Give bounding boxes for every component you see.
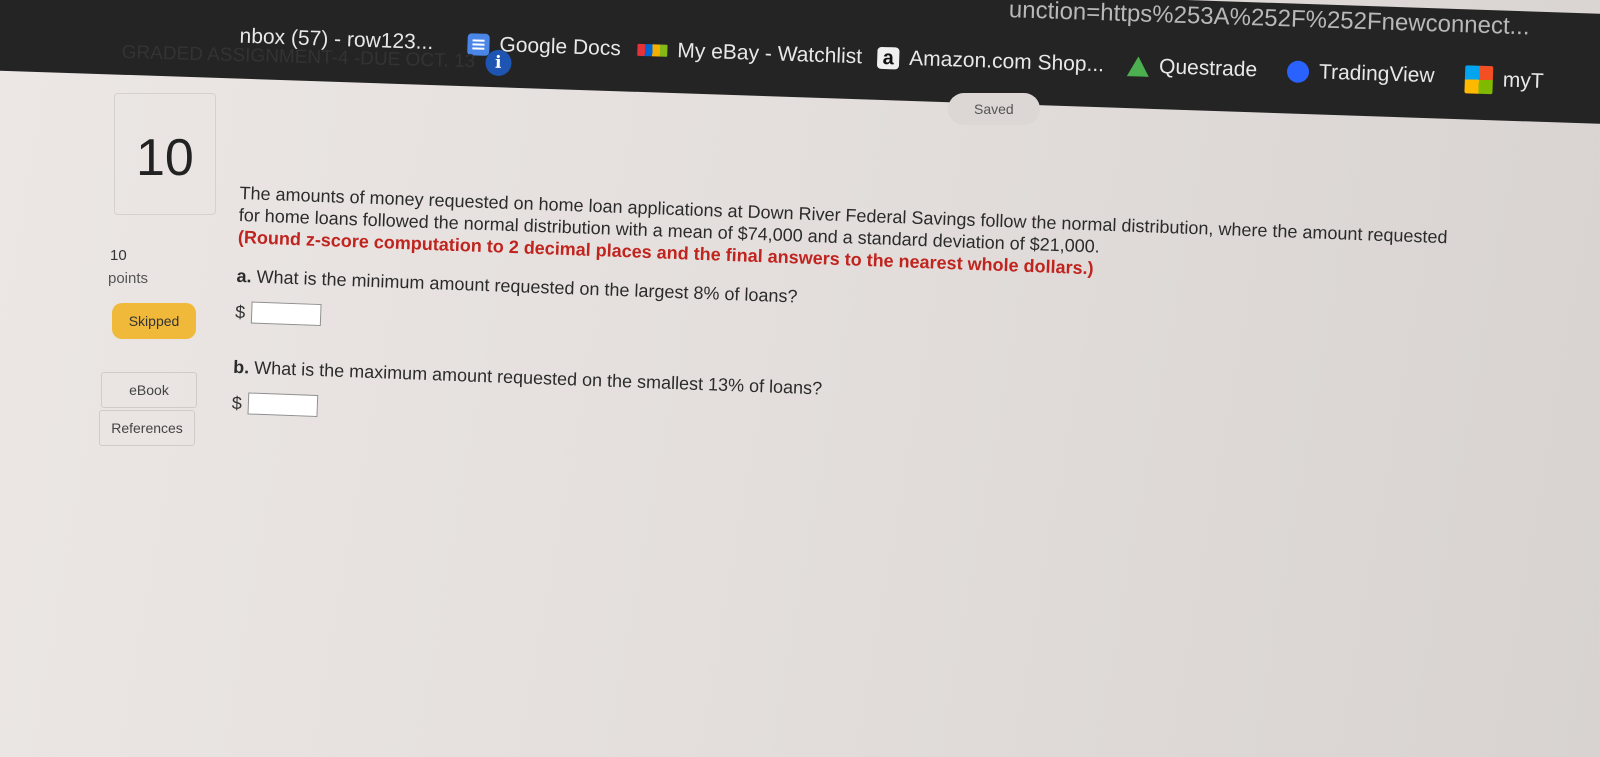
question-body: The amounts of money requested on home l… [231,182,1469,459]
part-b-letter: b. [232,356,250,378]
questrade-icon [1126,56,1150,77]
saved-status-pill: Saved [948,93,1040,125]
bookmark-myt[interactable]: myT [1464,65,1544,96]
bookmark-label: My eBay - Watchlist [676,39,863,69]
question-number: 10 [136,129,194,187]
dollar-sign: $ [231,392,243,413]
points-value: 10 [110,247,127,264]
dollar-sign: $ [234,301,246,322]
bookmark-label: Amazon.com Shop... [908,46,1105,77]
bookmark-label: Google Docs [499,33,622,61]
ebook-button[interactable]: eBook [101,372,197,408]
part-a-text: What is the minimum amount requested on … [256,266,798,307]
bookmark-tradingview[interactable]: TradingView [1286,59,1435,88]
bookmark-label: myT [1502,68,1545,93]
bookmark-label: TradingView [1318,60,1435,88]
amazon-icon: a [876,46,900,70]
bookmark-ebay-watchlist[interactable]: My eBay - Watchlist [637,38,862,69]
bookmark-amazon[interactable]: a Amazon.com Shop... [876,46,1105,78]
ebay-icon [637,43,668,57]
part-a-letter: a. [236,265,252,287]
part-b-answer-input[interactable] [247,392,319,417]
tradingview-icon [1286,60,1310,84]
info-icon[interactable]: i [484,49,512,77]
bookmark-questrade[interactable]: Questrade [1126,54,1258,82]
skipped-badge: Skipped [112,303,196,339]
part-b-text: What is the maximum amount requested on … [253,357,823,399]
microsoft-icon [1464,65,1494,95]
references-button[interactable]: References [99,410,195,446]
bookmark-label: Questrade [1158,55,1258,82]
points-label: points [108,270,149,287]
part-a-answer-input[interactable] [250,301,322,327]
address-bar-url[interactable]: unction=https%253A%252F%252Fnewconnect..… [1008,0,1530,41]
